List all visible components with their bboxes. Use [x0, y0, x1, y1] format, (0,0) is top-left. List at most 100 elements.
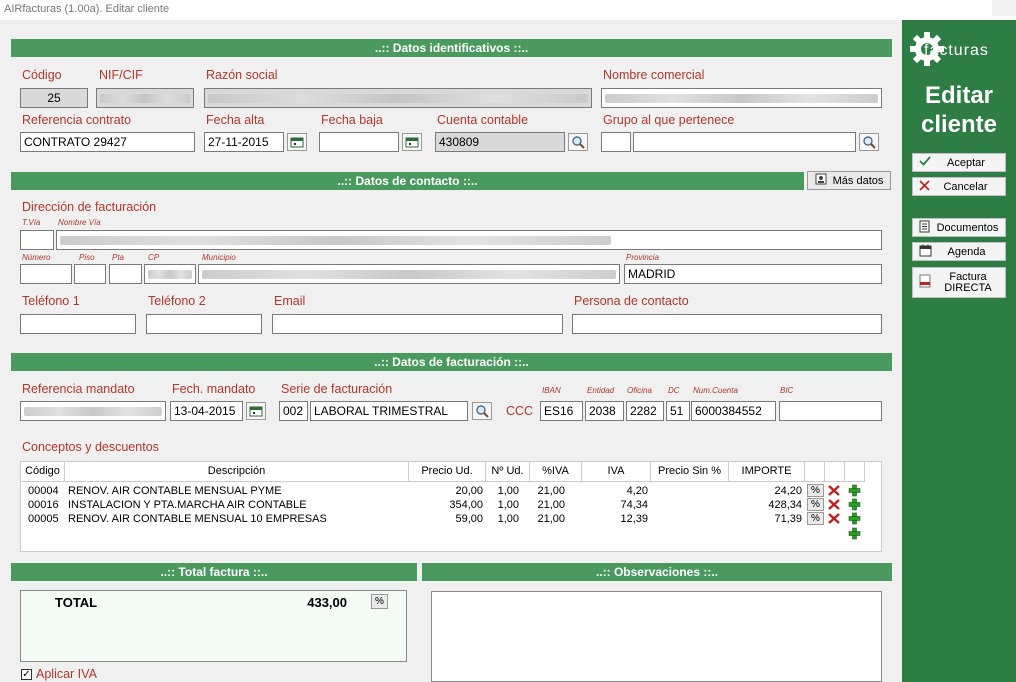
- tipo-via-field[interactable]: [20, 230, 54, 250]
- puerta-field[interactable]: [109, 264, 142, 284]
- referencia-contrato-field[interactable]: CONTRATO 29427: [20, 132, 195, 152]
- persona-contacto-field[interactable]: [572, 314, 882, 334]
- fecha-alta-label: Fecha alta: [206, 113, 265, 127]
- column-header-importe[interactable]: IMPORTE: [729, 462, 805, 482]
- nif-field[interactable]: [96, 88, 194, 108]
- percent-button[interactable]: %: [807, 512, 824, 525]
- table-row[interactable]: 00004 RENOV. AIR CONTABLE MENSUAL PYME 2…: [21, 484, 881, 498]
- municipio-label: Municipio: [202, 253, 236, 262]
- total-percent-button[interactable]: %: [371, 594, 388, 609]
- dc-field[interactable]: 51: [666, 401, 690, 421]
- redacted-nombre-via: [60, 236, 611, 245]
- fecha-alta-field[interactable]: 27-11-2015: [204, 132, 284, 152]
- add-icon[interactable]: [848, 512, 861, 528]
- search-icon[interactable]: [472, 402, 492, 420]
- iban-field[interactable]: ES16: [540, 401, 583, 421]
- column-header-delete: [825, 462, 845, 482]
- observaciones-textarea[interactable]: [431, 591, 882, 682]
- cell-unidades: 1,00: [497, 485, 519, 497]
- cp-field[interactable]: [144, 264, 196, 284]
- cell-importe: 428,34: [768, 499, 802, 511]
- cancelar-button[interactable]: Cancelar: [912, 177, 1006, 196]
- redacted-nif: [100, 94, 190, 103]
- provincia-field[interactable]: MADRID: [624, 264, 882, 284]
- cell-importe: 24,20: [774, 485, 802, 497]
- fecha-baja-field[interactable]: [319, 132, 399, 152]
- column-header-codigo[interactable]: Código: [21, 462, 65, 482]
- document-icon: [919, 220, 930, 236]
- municipio-field[interactable]: [198, 264, 620, 284]
- cancelar-label: Cancelar: [943, 180, 988, 193]
- aplicar-iva-checkbox[interactable]: ✓ Aplicar IVA: [21, 667, 97, 681]
- entidad-label: Entidad: [587, 386, 615, 395]
- table-row[interactable]: 00005 RENOV. AIR CONTABLE MENSUAL 10 EMP…: [21, 512, 881, 526]
- bic-field[interactable]: [779, 401, 882, 421]
- referencia-mandato-label: Referencia mandato: [22, 382, 135, 396]
- serie-facturacion-label: Serie de facturación: [281, 382, 393, 396]
- nombre-comercial-field[interactable]: [601, 88, 882, 108]
- column-header-piva[interactable]: %IVA: [530, 462, 582, 482]
- delete-icon[interactable]: [827, 512, 841, 528]
- mas-datos-label: Más datos: [832, 174, 884, 187]
- nombre-comercial-label: Nombre comercial: [603, 68, 705, 82]
- factura-directa-button[interactable]: Factura DIRECTA: [912, 267, 1006, 298]
- close-icon: [919, 179, 930, 194]
- table-row[interactable]: 00016 INSTALACION Y PTA.MARCHA AIR CONTA…: [21, 498, 881, 512]
- ccc-label: CCC: [506, 404, 534, 418]
- sidebar-title-line1: Editar: [924, 82, 993, 109]
- entidad-field[interactable]: 2038: [585, 401, 624, 421]
- mas-datos-button[interactable]: Más datos: [807, 171, 891, 190]
- tvia-label: T.Vía: [22, 218, 41, 227]
- factura-directa-line2: DIRECTA: [944, 281, 992, 294]
- percent-button[interactable]: %: [807, 498, 824, 511]
- search-icon[interactable]: [568, 133, 588, 151]
- razon-social-field[interactable]: [204, 88, 592, 108]
- section-header-identificativos: ..:: Datos identificativos ::..: [11, 39, 892, 57]
- total-panel: TOTAL 433,00 %: [20, 590, 407, 662]
- window-close-button[interactable]: [992, 0, 1016, 16]
- serie-name-field[interactable]: LABORAL TRIMESTRAL: [310, 401, 468, 421]
- numero-field[interactable]: [20, 264, 72, 284]
- nombre-via-field[interactable]: [56, 230, 882, 250]
- referencia-mandato-field[interactable]: [20, 401, 166, 421]
- calendar-icon[interactable]: [287, 133, 307, 151]
- conceptos-grid[interactable]: Código Descripción Precio Ud. Nº Ud. %IV…: [20, 461, 882, 552]
- calendar-icon[interactable]: [246, 402, 266, 420]
- fecha-mandato-field[interactable]: 13-04-2015: [170, 401, 243, 421]
- cell-precio: 59,00: [455, 513, 483, 525]
- section-header-observaciones: ..:: Observaciones ::..: [422, 563, 892, 581]
- aplicar-iva-label: Aplicar IVA: [36, 667, 97, 681]
- calendar-icon: [919, 244, 932, 260]
- telefono2-field[interactable]: [146, 314, 262, 334]
- cell-iva: 4,20: [626, 485, 648, 497]
- total-value: 433,00: [307, 595, 347, 610]
- search-icon[interactable]: [859, 133, 879, 151]
- oficina-field[interactable]: 2282: [626, 401, 664, 421]
- cell-unidades: 1,00: [497, 499, 519, 511]
- grupo-code-field[interactable]: [601, 132, 631, 152]
- piso-field[interactable]: [74, 264, 106, 284]
- cuenta-contable-field[interactable]: 430809: [435, 132, 565, 152]
- serie-code-field[interactable]: 002: [279, 401, 308, 421]
- pdf-icon: [919, 274, 931, 291]
- column-header-iva[interactable]: IVA: [582, 462, 651, 482]
- documentos-button[interactable]: Documentos: [912, 218, 1006, 237]
- telefono1-field[interactable]: [20, 314, 136, 334]
- nombre-via-label: Nombre Vía: [58, 218, 101, 227]
- email-field[interactable]: [272, 314, 563, 334]
- column-header-precio-sin[interactable]: Precio Sin %: [651, 462, 729, 482]
- conceptos-label: Conceptos y descuentos: [22, 440, 159, 454]
- grupo-label: Grupo al que pertenece: [603, 113, 735, 127]
- aceptar-button[interactable]: Aceptar: [912, 153, 1006, 172]
- calendar-icon[interactable]: [402, 133, 422, 151]
- add-row-icon[interactable]: [848, 527, 861, 543]
- column-header-descripcion[interactable]: Descripción: [65, 462, 409, 482]
- num-cuenta-field[interactable]: 6000384552: [691, 401, 776, 421]
- codigo-field[interactable]: 25: [20, 88, 88, 108]
- column-header-unidades[interactable]: Nº Ud.: [486, 462, 530, 482]
- percent-button[interactable]: %: [807, 484, 824, 497]
- redacted-municipio: [202, 270, 616, 279]
- column-header-precio[interactable]: Precio Ud.: [409, 462, 486, 482]
- grupo-name-field[interactable]: [633, 132, 856, 152]
- agenda-button[interactable]: Agenda: [912, 242, 1006, 261]
